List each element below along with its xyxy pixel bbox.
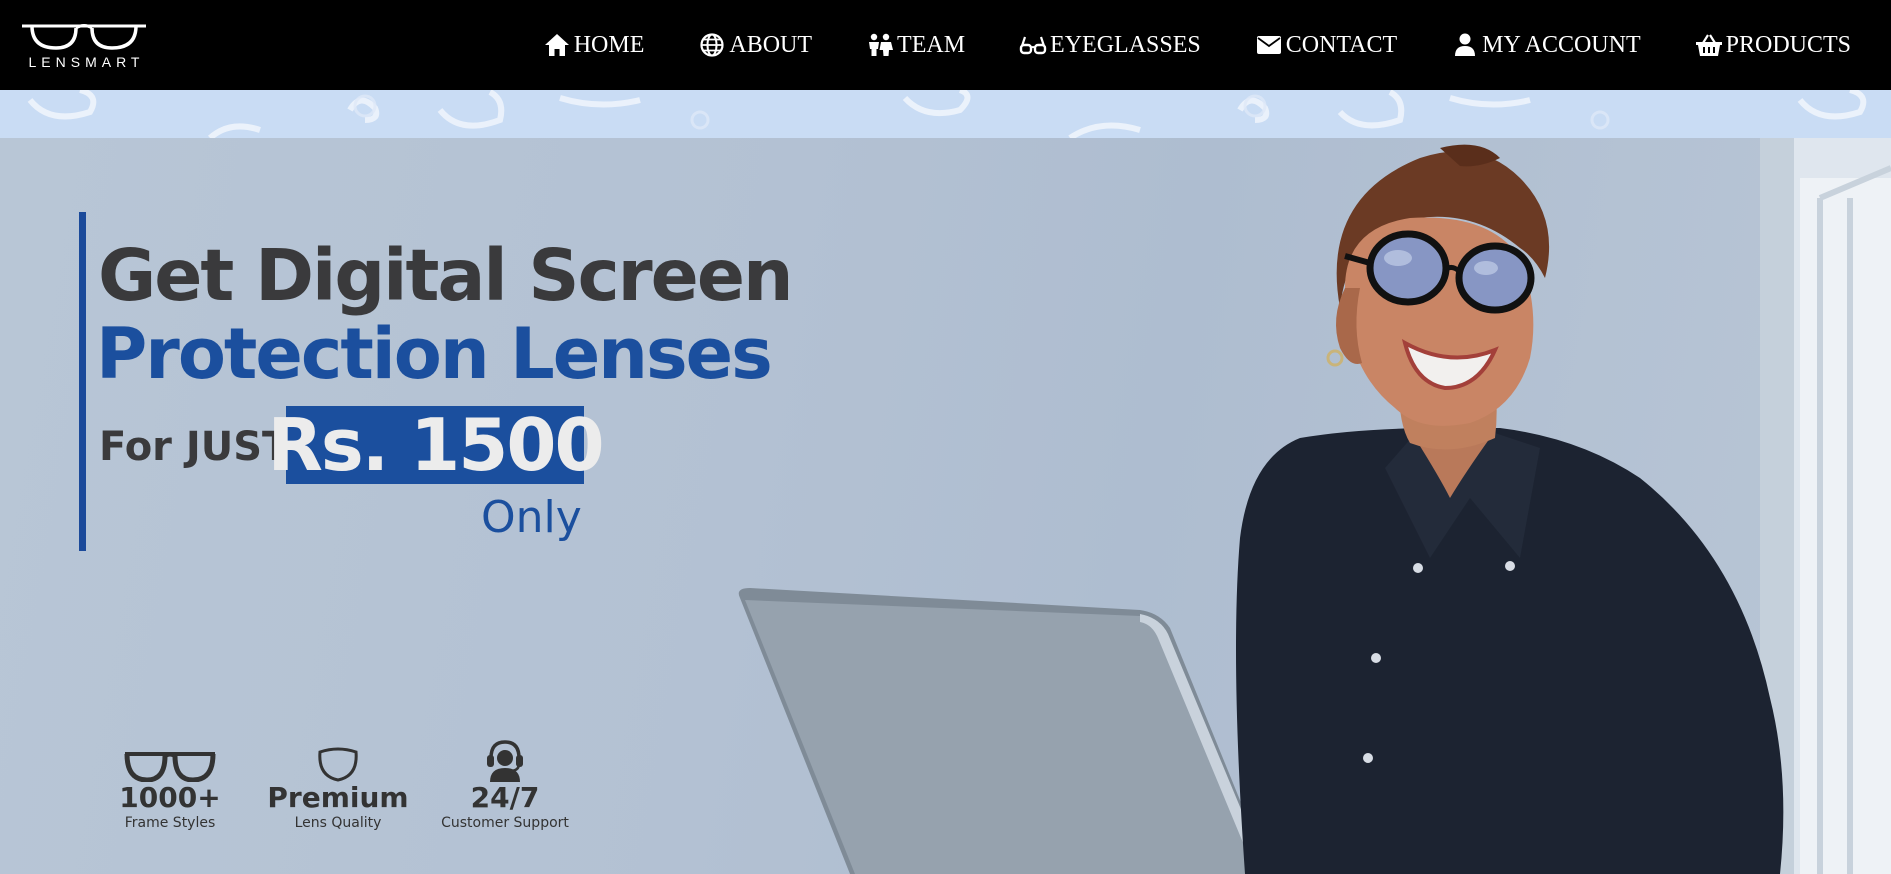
nav-label-about: ABOUT bbox=[729, 31, 813, 58]
hero-banner: Get Digital Screen Protection Lenses For… bbox=[0, 138, 1891, 874]
feature-subtitle-customer-support: Customer Support bbox=[441, 815, 569, 831]
main-nav: HOME ABOUT TEAM EYEGLASSES CONTACT MY AC… bbox=[543, 32, 1851, 59]
top-navbar: LENSMART HOME ABOUT TEAM EYEGLASSES CONT… bbox=[0, 0, 1891, 90]
feature-title-lens-quality: Premium bbox=[267, 781, 409, 814]
price-prefix: For JUST bbox=[99, 424, 290, 470]
envelope-icon bbox=[1255, 32, 1283, 58]
nav-item-my-account[interactable]: MY ACCOUNT bbox=[1451, 31, 1641, 59]
headset-support-icon bbox=[482, 736, 528, 782]
nav-item-eyeglasses[interactable]: EYEGLASSES bbox=[1019, 32, 1201, 59]
user-icon bbox=[1451, 32, 1479, 58]
nav-item-contact[interactable]: CONTACT bbox=[1255, 32, 1397, 59]
promo-headline-block: Get Digital Screen Protection Lenses For… bbox=[79, 212, 794, 552]
feature-title-frame-styles: 1000+ bbox=[119, 781, 221, 814]
headline-line-1: Get Digital Screen bbox=[98, 234, 794, 317]
basket-icon bbox=[1695, 32, 1723, 58]
feature-title-customer-support: 24/7 bbox=[470, 781, 540, 814]
headline-line-2: Protection Lenses bbox=[96, 313, 773, 395]
people-icon bbox=[866, 32, 894, 58]
nav-label-contact: CONTACT bbox=[1285, 31, 1398, 58]
globe-icon bbox=[698, 32, 726, 58]
nav-label-eyeglasses: EYEGLASSES bbox=[1050, 31, 1201, 58]
price-value: Rs. 1500 bbox=[267, 403, 604, 487]
feature-subtitle-lens-quality: Lens Quality bbox=[294, 815, 382, 831]
home-icon bbox=[543, 32, 571, 58]
lens-icon bbox=[316, 736, 360, 782]
decorative-pattern-strip bbox=[0, 90, 1891, 138]
nav-item-products[interactable]: PRODUCTS bbox=[1695, 32, 1851, 59]
feature-customer-support: 24/7 Customer Support bbox=[430, 736, 580, 832]
feature-highlights: 1000+ Frame Styles Premium Lens Quality bbox=[110, 736, 590, 836]
feature-subtitle-frame-styles: Frame Styles bbox=[124, 815, 216, 831]
eyeglasses-icon bbox=[1019, 32, 1047, 58]
price-badge: Rs. 1500 bbox=[267, 403, 604, 487]
nav-item-home[interactable]: HOME bbox=[543, 31, 645, 59]
logo-glasses-icon bbox=[22, 24, 146, 50]
nav-label-my-account: MY ACCOUNT bbox=[1482, 31, 1641, 58]
nav-label-team: TEAM bbox=[897, 31, 966, 58]
eyeglasses-icon bbox=[123, 736, 217, 782]
feature-lens-quality: Premium Lens Quality bbox=[267, 736, 409, 832]
nav-label-products: PRODUCTS bbox=[1725, 31, 1851, 58]
accent-bar bbox=[79, 212, 86, 551]
brand-name: LENSMART bbox=[28, 54, 145, 70]
nav-item-team[interactable]: TEAM bbox=[866, 32, 965, 59]
brand-logo[interactable]: LENSMART bbox=[18, 20, 150, 70]
feature-frame-styles: 1000+ Frame Styles bbox=[110, 736, 230, 832]
nav-item-about[interactable]: ABOUT bbox=[698, 32, 812, 59]
price-suffix: Only bbox=[481, 492, 582, 543]
nav-label-home: HOME bbox=[573, 31, 645, 58]
